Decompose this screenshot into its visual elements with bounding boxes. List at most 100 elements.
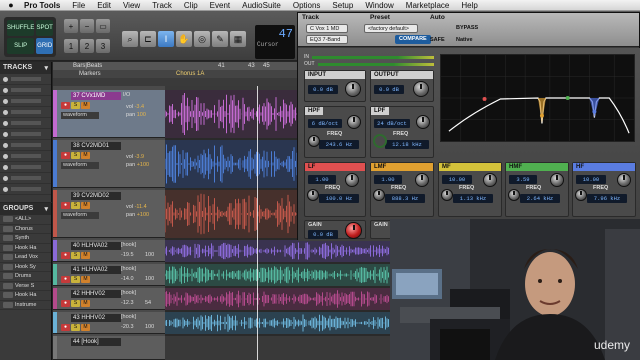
apple-menu-icon[interactable]: ● <box>4 0 18 10</box>
safe-button[interactable]: SAFE <box>430 37 445 43</box>
track-list-row[interactable] <box>0 74 51 85</box>
mute-button[interactable]: M <box>81 276 90 283</box>
track-list-row[interactable] <box>0 118 51 129</box>
solo-button[interactable]: S <box>71 324 80 331</box>
record-enable-button[interactable]: ● <box>61 252 70 259</box>
track-header-40[interactable]: 40 HLHVA02 [hook] ● S M -19.5 100 <box>53 240 165 262</box>
solo-button[interactable]: S <box>71 276 80 283</box>
group-row[interactable]: <ALL> <box>0 215 51 225</box>
lf-freq-value[interactable]: 100.0 Hz <box>319 194 359 203</box>
track-header-41[interactable]: 41 HLHVA02 [hook] ● S M -14.0 100 <box>53 264 165 286</box>
zoom-in-icon[interactable]: + <box>64 19 78 33</box>
menu-window[interactable]: Window <box>359 1 399 10</box>
track-header-42[interactable]: 42 HHHV02 [hook] ● S M -12.3 54 <box>53 288 165 310</box>
gain-knob[interactable] <box>345 222 362 239</box>
track-name[interactable]: 42 HHHV02 <box>71 290 121 298</box>
track-header-44[interactable]: 44 [Hook] <box>53 336 165 360</box>
input-value[interactable]: 0.0 dB <box>308 85 338 94</box>
hmf-gain-value[interactable]: 3.59 <box>509 175 537 184</box>
menu-edit[interactable]: Edit <box>91 1 117 10</box>
mf-freq-knob[interactable] <box>441 189 453 201</box>
group-row[interactable]: Drums <box>0 272 51 282</box>
solo-button[interactable]: S <box>71 252 80 259</box>
mf-gain-value[interactable]: 10.00 <box>442 175 472 184</box>
record-enable-button[interactable]: ● <box>61 202 70 209</box>
menu-pro-tools[interactable]: Pro Tools <box>18 1 66 10</box>
track-name[interactable]: 37 CVx1MD <box>71 92 121 100</box>
track-name[interactable]: 43 HHHV02 <box>71 314 121 322</box>
hf-freq-value[interactable]: 7.96 kHz <box>587 194 627 203</box>
zoom-preset-2-icon[interactable]: 2 <box>80 39 94 53</box>
lpf-slope-knob[interactable] <box>416 115 430 129</box>
lmf-gain-value[interactable]: 1.00 <box>374 175 402 184</box>
lf-gain-value[interactable]: 1.00 <box>308 175 336 184</box>
menu-help[interactable]: Help <box>455 1 483 10</box>
record-enable-button[interactable]: ● <box>61 300 70 307</box>
track-name[interactable]: 44 [Hook] <box>71 338 121 346</box>
hpf-freq-knob[interactable] <box>308 135 320 147</box>
hmf-gain-knob[interactable] <box>550 173 564 187</box>
trim-tool-icon[interactable]: ⊏ <box>140 31 156 47</box>
zoom-preset-3-icon[interactable]: 3 <box>96 39 110 53</box>
track-header-39[interactable]: 39 CV2MD02 ● S M waveform vol -11.4 pan … <box>53 190 165 238</box>
tracks-list-menu-icon[interactable]: ▾ <box>44 64 48 72</box>
group-row[interactable]: Instrume <box>0 301 51 310</box>
selector-tool-icon[interactable]: I <box>158 31 174 47</box>
track-list-row[interactable] <box>0 85 51 96</box>
track-name[interactable]: 39 CV2MD02 <box>71 192 121 200</box>
hf-gain-value[interactable]: 10.00 <box>576 175 606 184</box>
hmf-freq-knob[interactable] <box>508 189 520 201</box>
track-name[interactable]: 40 HLHVA02 <box>71 242 121 250</box>
menu-event[interactable]: Event <box>204 1 236 10</box>
group-row[interactable]: Lead Vox <box>0 253 51 263</box>
menu-view[interactable]: View <box>117 1 146 10</box>
menu-audiosuite[interactable]: AudioSuite <box>236 1 287 10</box>
group-row[interactable]: Verse S <box>0 282 51 291</box>
solo-button[interactable]: S <box>71 102 80 109</box>
group-row[interactable]: Hook Ha <box>0 244 51 253</box>
grabber-tool-icon[interactable]: ✋ <box>176 31 192 47</box>
lmf-gain-knob[interactable] <box>415 173 429 187</box>
solo-button[interactable]: S <box>71 300 80 307</box>
track-io[interactable]: [hook] <box>121 314 136 320</box>
track-io[interactable]: I/O <box>123 92 130 98</box>
scrubber-tool-icon[interactable]: ◎ <box>194 31 210 47</box>
output-value[interactable]: 0.0 dB <box>374 85 404 94</box>
lf-gain-knob[interactable] <box>345 173 359 187</box>
eq-frequency-graph[interactable] <box>440 54 635 142</box>
hpf-slope[interactable]: 6 dB/oct <box>308 119 342 128</box>
menu-setup[interactable]: Setup <box>326 1 359 10</box>
track-list-row[interactable] <box>0 151 51 162</box>
track-view-selector[interactable]: waveform <box>61 162 99 169</box>
lpf-freq-knob[interactable] <box>373 134 387 148</box>
track-list-row[interactable] <box>0 162 51 173</box>
track-io[interactable]: [hook] <box>121 290 136 296</box>
record-enable-button[interactable]: ● <box>61 276 70 283</box>
track-name[interactable]: 41 HLHVA02 <box>71 266 121 274</box>
track-list-row[interactable] <box>0 140 51 151</box>
mute-button[interactable]: M <box>81 102 90 109</box>
group-row[interactable]: Hook Ha <box>0 291 51 301</box>
menu-options[interactable]: Options <box>287 1 327 10</box>
mute-button[interactable]: M <box>81 324 90 331</box>
track-list-row[interactable] <box>0 184 51 195</box>
gain-value[interactable]: 0.0 dB <box>308 230 338 239</box>
solo-button[interactable]: S <box>71 152 80 159</box>
track-header-38[interactable]: 38 CV2MD01 ● S M waveform vol -3.9 pan +… <box>53 140 165 188</box>
menu-file[interactable]: File <box>66 1 91 10</box>
lpf-freq-value[interactable]: 12.18 kHz <box>385 140 429 149</box>
groups-list-menu-icon[interactable]: ▾ <box>44 205 48 213</box>
plugin-insert-selector[interactable]: EQ3 7-Band <box>306 35 348 44</box>
menu-clip[interactable]: Clip <box>178 1 204 10</box>
zoomer-tool-icon[interactable]: ⌕ <box>122 31 138 47</box>
compare-button[interactable]: COMPARE <box>395 35 431 44</box>
mute-button[interactable]: M <box>81 252 90 259</box>
smart-tool-icon[interactable]: ▦ <box>230 31 246 47</box>
track-io[interactable]: [hook] <box>121 242 136 248</box>
bypass-button[interactable]: BYPASS <box>456 25 478 31</box>
record-enable-button[interactable]: ● <box>61 324 70 331</box>
plugin-track-selector[interactable]: C Vox 1 MD <box>306 24 348 33</box>
plugin-preset-selector[interactable]: <factory default> <box>364 24 418 33</box>
pencil-tool-icon[interactable]: ✎ <box>212 31 228 47</box>
hf-freq-knob[interactable] <box>575 189 587 201</box>
